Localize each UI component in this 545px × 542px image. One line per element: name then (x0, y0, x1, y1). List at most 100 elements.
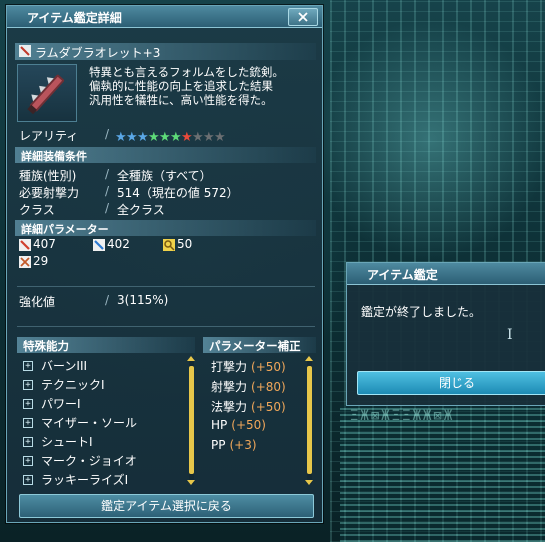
scroll-down-icon[interactable] (305, 480, 313, 485)
abilities-scrollbar[interactable] (187, 356, 195, 485)
window-titlebar: アイテム鑑定詳細 (7, 6, 322, 28)
ability-label: シュートI (41, 435, 93, 449)
ability-item[interactable]: + テクニックI (23, 375, 193, 394)
parameter-bonus-header: パラメーター補正 (203, 337, 316, 353)
bonus-scrollbar[interactable] (305, 356, 313, 485)
expand-plus-icon[interactable]: + (23, 398, 33, 409)
dialog-message: 鑑定が終了しました。 (361, 305, 482, 319)
expand-plus-icon[interactable]: + (23, 455, 33, 466)
separator: / (105, 167, 110, 181)
bonus-value: (+3) (229, 438, 257, 452)
weapon-image-icon (27, 74, 65, 115)
item-name-row: ラムダブラオレット+3 (15, 43, 316, 60)
ranged-attack-icon (93, 239, 105, 251)
expand-plus-icon[interactable]: + (23, 436, 33, 447)
bonus-label: 射撃力 (211, 380, 248, 394)
grind-value: 3(115%) (117, 293, 169, 307)
bonus-row: 法撃力 (+50) (211, 398, 286, 415)
text-cursor-icon: I (507, 327, 513, 343)
ability-item[interactable]: + マーク・ジョイオ (23, 451, 193, 470)
background-glyphs: ΞЖ⊠ЖΞΞЖЖ⊠Ж (350, 408, 455, 424)
gunslash-icon (19, 45, 31, 57)
bonus-row: 射撃力 (+80) (211, 378, 286, 395)
scroll-up-icon[interactable] (305, 356, 313, 361)
ability-label: パワーI (41, 397, 81, 411)
dialog-title: アイテム鑑定 (347, 263, 545, 285)
item-description: 特異とも言えるフォルムをした銃剣。 偏執的に性能の向上を追求した結果 汎用性を犠… (89, 65, 314, 107)
technique-attack-value: 50 (177, 237, 193, 251)
equip-conditions-header: 詳細装備条件 (15, 147, 316, 163)
condition-value: 全種族（すべて） (117, 169, 212, 183)
rarity-star-icon: ★ (192, 130, 204, 145)
bonus-label: HP (211, 418, 228, 432)
bonus-label: PP (211, 438, 226, 452)
striking-attack-value: 407 (33, 237, 56, 251)
bonus-label: 打撃力 (211, 360, 248, 374)
description-line: 特異とも言えるフォルムをした銃剣。 (89, 65, 284, 79)
ability-item[interactable]: + ラッキーライズI (23, 470, 193, 489)
expand-plus-icon[interactable]: + (23, 360, 33, 371)
rarity-star-icon: ★ (148, 130, 160, 145)
bonus-row: 打撃力 (+50) (211, 358, 286, 375)
scroll-thumb[interactable] (189, 366, 194, 474)
separator: / (105, 293, 110, 307)
item-thumbnail (17, 64, 77, 122)
rarity-star-icon: ★ (203, 130, 215, 145)
expand-plus-icon[interactable]: + (23, 474, 33, 485)
back-to-appraisal-selection-button[interactable]: 鑑定アイテム選択に戻る (19, 494, 314, 518)
bonus-value: (+50) (251, 360, 286, 374)
rarity-star-icon: ★ (170, 130, 182, 145)
dialog-close-button[interactable]: 閉じる (357, 371, 545, 395)
expand-plus-icon[interactable]: + (23, 379, 33, 390)
dexterity-value: 29 (33, 254, 49, 268)
parameters-header: 詳細パラメーター (15, 220, 316, 236)
description-line: 汎用性を犠牲に、高い性能を得た。 (89, 93, 273, 107)
condition-label: クラス (19, 203, 55, 217)
scroll-thumb[interactable] (307, 366, 312, 474)
ability-item[interactable]: + シュートI (23, 432, 193, 451)
appraisal-dialog: アイテム鑑定 鑑定が終了しました。 I 閉じる (346, 262, 545, 406)
ability-label: バーンIII (41, 359, 88, 373)
bonus-value: (+80) (251, 380, 286, 394)
ability-item[interactable]: + パワーI (23, 394, 193, 413)
rarity-star-icon: ★ (181, 130, 193, 145)
bonus-row: HP (+50) (211, 418, 266, 432)
ability-label: マイザー・ソール (41, 416, 138, 430)
divider (17, 326, 315, 327)
item-name: ラムダブラオレット+3 (35, 46, 161, 60)
bonus-row: PP (+3) (211, 438, 257, 452)
window-title: アイテム鑑定詳細 (27, 11, 122, 25)
abilities-header: 特殊能力 (17, 337, 195, 353)
expand-plus-icon[interactable]: + (23, 417, 33, 428)
bonus-value: (+50) (251, 400, 286, 414)
bonus-value: (+50) (231, 418, 266, 432)
divider (17, 286, 315, 287)
ability-label: ラッキーライズI (41, 473, 129, 487)
rarity-label: レアリティ (19, 129, 79, 143)
dexterity-icon (19, 256, 31, 268)
scroll-down-icon[interactable] (187, 480, 195, 485)
grind-label: 強化値 (19, 295, 56, 309)
striking-attack-icon (19, 239, 31, 251)
rarity-star-icon: ★ (159, 130, 171, 145)
rarity-star-icon: ★ (214, 130, 226, 145)
ability-item[interactable]: + マイザー・ソール (23, 413, 193, 432)
condition-value: 514（現在の値 572） (117, 186, 239, 200)
ability-label: マーク・ジョイオ (41, 454, 137, 468)
separator: / (105, 184, 110, 198)
close-button[interactable] (288, 8, 318, 26)
rarity-star-icon: ★ (137, 130, 149, 145)
condition-label: 種族(性別) (19, 169, 77, 183)
separator: / (105, 201, 110, 215)
ability-label: テクニックI (41, 378, 105, 392)
scroll-up-icon[interactable] (187, 356, 195, 361)
rarity-star-icon: ★ (126, 130, 138, 145)
ranged-attack-value: 402 (107, 237, 130, 251)
ability-item[interactable]: + バーンIII (23, 356, 193, 375)
item-appraisal-detail-window: アイテム鑑定詳細 ラムダブラオレット+3 特異とも言えるフォルムをした銃剣。 偏… (6, 5, 323, 523)
technique-attack-icon (163, 239, 175, 251)
rarity-stars: ★★★★★★★★★★ (115, 130, 226, 145)
description-line: 偏執的に性能の向上を追求した結果 (89, 79, 273, 93)
condition-label: 必要射撃力 (19, 186, 80, 200)
close-icon (298, 12, 308, 22)
